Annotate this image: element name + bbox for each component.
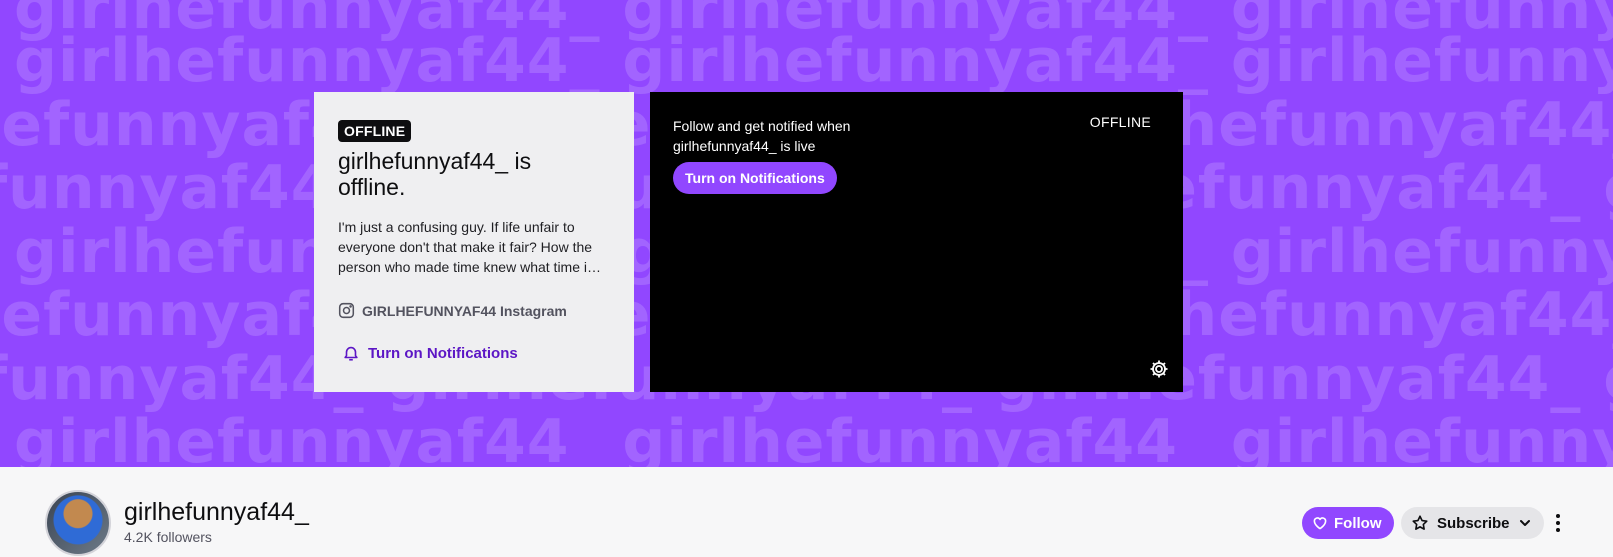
subscribe-button[interactable]: Subscribe bbox=[1401, 507, 1544, 539]
follow-button[interactable]: Follow bbox=[1302, 507, 1394, 539]
follow-button-label: Follow bbox=[1334, 514, 1382, 532]
more-options-button[interactable] bbox=[1548, 507, 1568, 539]
chevron-down-icon bbox=[1519, 520, 1530, 526]
gear-icon[interactable] bbox=[1149, 359, 1169, 379]
avatar[interactable] bbox=[45, 490, 111, 556]
subscribe-button-label: Subscribe bbox=[1437, 514, 1510, 532]
turn-on-notifications-label: Turn on Notifications bbox=[368, 344, 518, 362]
heart-icon bbox=[1313, 517, 1327, 530]
offline-info-card: OFFLINE girlhefunnyaf44_ is offline. I'm… bbox=[314, 92, 634, 392]
offline-badge: OFFLINE bbox=[338, 120, 412, 142]
offline-banner: girlhefunnyaf44_ girlhefunnyaf44_ girlhe… bbox=[0, 0, 1613, 467]
bell-icon bbox=[344, 346, 358, 361]
instagram-link-label: GIRLHEFUNNYAF44 Instagram bbox=[362, 302, 567, 319]
offline-title: girlhefunnyaf44_ is offline. bbox=[338, 148, 532, 200]
star-icon bbox=[1412, 515, 1428, 530]
channel-info-bar: girlhefunnyaf44_ 4.2K followers Follow S… bbox=[0, 467, 1613, 557]
instagram-icon bbox=[338, 302, 355, 319]
banner-watermark-row: girlhefunnyaf44_ girlhefunnyaf44_ girlhe… bbox=[14, 407, 1613, 467]
channel-name[interactable]: girlhefunnyaf44_ bbox=[124, 499, 309, 525]
more-vertical-icon bbox=[1556, 514, 1560, 532]
player-follow-message: Follow and get notified when girlhefunny… bbox=[673, 118, 851, 154]
banner-watermark-row: girlhefunnyaf44_ girlhefunnyaf44_ girlhe… bbox=[14, 26, 1613, 96]
video-player[interactable]: Follow and get notified when girlhefunny… bbox=[650, 92, 1183, 392]
player-offline-status: OFFLINE bbox=[1089, 114, 1151, 130]
turn-on-notifications-link[interactable]: Turn on Notifications bbox=[342, 344, 518, 362]
follower-count: 4.2K followers bbox=[124, 529, 212, 545]
channel-description: I'm just a confusing guy. If life unfair… bbox=[338, 219, 601, 275]
instagram-link[interactable]: GIRLHEFUNNYAF44 Instagram bbox=[338, 302, 567, 319]
player-notifications-button[interactable]: Turn on Notifications bbox=[673, 162, 837, 194]
